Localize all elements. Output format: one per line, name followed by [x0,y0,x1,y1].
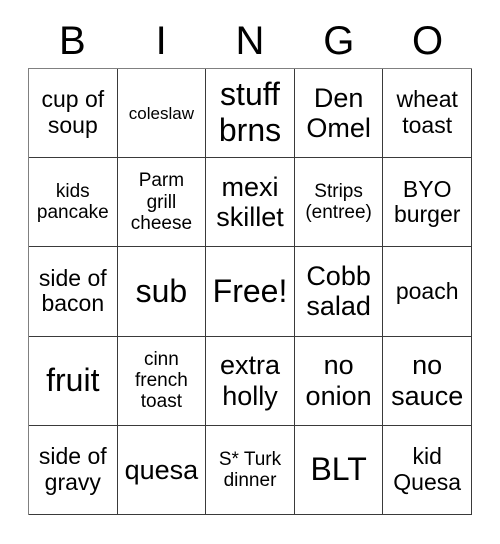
bingo-cell-n4[interactable]: extra holly [206,336,295,426]
bingo-cell-label: fruit [46,361,100,398]
bingo-cell-label: sub [135,272,188,309]
bingo-card: B I N G O cup of soup coleslaw stuff brn… [0,0,500,544]
bingo-cell-label: kid Quesa [393,443,462,495]
bingo-header: B I N G O [28,14,472,68]
bingo-cell-g2[interactable]: Strips (entree) [294,158,384,248]
bingo-cell-label: cinn french toast [134,348,188,413]
bingo-cell-g4[interactable]: no onion [294,336,384,426]
bingo-cell-g5[interactable]: BLT [294,425,384,515]
bingo-cell-o3[interactable]: poach [383,247,472,337]
bingo-cell-label: cup of soup [41,86,105,139]
bingo-header-letter-o: O [412,19,444,63]
bingo-cell-n2[interactable]: mexi skillet [206,158,295,248]
bingo-cell-label: side of bacon [38,264,107,317]
bingo-cell-label: poach [395,277,459,304]
bingo-cell-label: Den Omel [306,82,371,144]
bingo-cell-label: side of gravy [38,443,107,495]
bingo-cell-o4[interactable]: no sauce [383,336,472,426]
bingo-grid: cup of soup coleslaw stuff brns Den Omel… [28,68,472,515]
bingo-cell-label: no sauce [391,350,464,411]
bingo-cell-label: kids pancake [36,181,109,224]
bingo-cell-label: mexi skillet [216,172,284,233]
bingo-cell-label: stuff brns [218,76,282,149]
bingo-cell-label: Free! [212,272,288,309]
bingo-cell-g1[interactable]: Den Omel [294,69,384,159]
bingo-cell-label: BYO burger [393,175,461,228]
bingo-header-letter-n: N [235,19,265,63]
bingo-cell-label: Parm grill cheese [130,170,193,234]
bingo-cell-label: BLT [310,450,367,487]
bingo-cell-o5[interactable]: kid Quesa [383,425,472,515]
bingo-cell-label: Strips (entree) [305,181,372,224]
bingo-cell-i5[interactable]: quesa [117,425,207,515]
bingo-cell-label: coleslaw [128,103,194,123]
bingo-header-letter-b: B [59,19,86,63]
bingo-cell-label: wheat toast [396,86,458,139]
bingo-cell-label: Cobb salad [306,261,371,322]
bingo-cell-i3[interactable]: sub [117,247,207,337]
bingo-cell-label: no onion [305,350,372,411]
bingo-cell-n5[interactable]: S* Turk dinner [206,425,295,515]
bingo-cell-i4[interactable]: cinn french toast [117,336,207,426]
bingo-cell-label: extra holly [219,350,280,411]
bingo-cell-g3[interactable]: Cobb salad [294,247,384,337]
bingo-header-letter-i: I [155,19,167,63]
bingo-cell-i2[interactable]: Parm grill cheese [117,158,207,248]
bingo-cell-label: S* Turk dinner [218,448,282,491]
bingo-cell-b5[interactable]: side of gravy [29,425,118,515]
bingo-cell-b4[interactable]: fruit [29,336,118,426]
bingo-cell-n1[interactable]: stuff brns [206,69,295,159]
bingo-cell-i1[interactable]: coleslaw [117,69,207,159]
bingo-cell-b1[interactable]: cup of soup [29,69,118,159]
bingo-cell-b2[interactable]: kids pancake [29,158,118,248]
bingo-cell-o1[interactable]: wheat toast [383,69,472,159]
bingo-cell-o2[interactable]: BYO burger [383,158,472,248]
bingo-header-letter-g: G [323,19,355,63]
bingo-cell-b3[interactable]: side of bacon [29,247,118,337]
bingo-cell-free-space[interactable]: Free! [206,247,295,337]
bingo-cell-label: quesa [124,454,199,485]
